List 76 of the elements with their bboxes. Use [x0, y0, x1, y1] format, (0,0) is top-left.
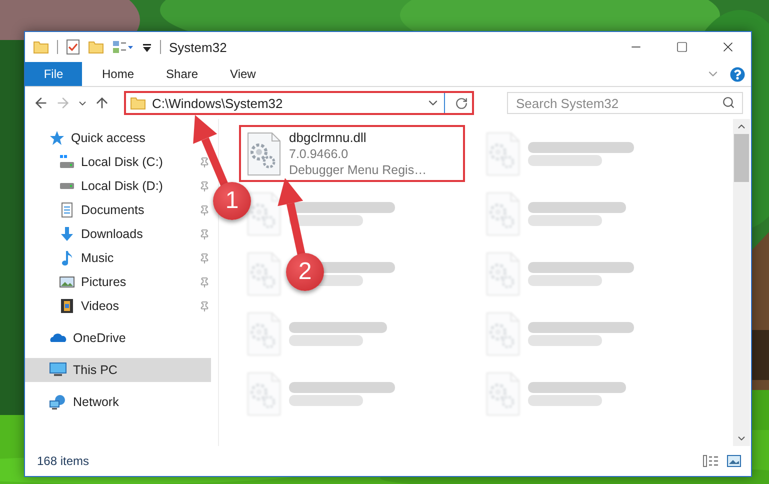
navigation-item[interactable]: This PC [25, 358, 211, 382]
download-icon [59, 226, 75, 242]
navigation-label: Local Disk (C:) [81, 155, 164, 169]
pin-icon[interactable] [199, 156, 210, 168]
film-icon [59, 298, 75, 314]
gear-file-icon [247, 372, 281, 416]
details-view-icon[interactable] [703, 455, 719, 467]
file-detail: 7.0.9466.0 [289, 147, 350, 161]
navigation-label: Videos [81, 299, 120, 313]
scroll-thumb[interactable] [734, 134, 749, 182]
file-tile[interactable]: dbgclrmnu.dll 7.0.9466.0 Debugger Menu Regis… [239, 125, 465, 182]
navigation-item[interactable]: Local Disk (D:) [25, 174, 211, 198]
gear-file-icon [247, 252, 281, 296]
gear-file-icon [486, 132, 520, 176]
navigation-item[interactable]: Videos [25, 294, 211, 318]
file-name: dbgclrmnu.dll [289, 130, 368, 145]
pin-icon[interactable] [199, 180, 210, 192]
navigation-item[interactable]: OneDrive [25, 326, 132, 350]
folder-icon [130, 96, 146, 110]
ribbon-tab[interactable]: View [216, 62, 270, 86]
address-bar[interactable]: C:\Windows\System32 [124, 91, 474, 115]
computer-icon [49, 362, 67, 378]
gear-file-icon [486, 252, 520, 296]
search-field[interactable]: Search System32 [507, 92, 743, 114]
picture-icon [59, 274, 75, 290]
pin-icon[interactable] [199, 252, 210, 264]
address-path: C:\Windows\System32 [152, 96, 284, 110]
refresh-icon[interactable] [455, 96, 468, 110]
navigation-item[interactable]: Local Disk (C:) [25, 150, 211, 174]
layout-icon[interactable] [112, 40, 134, 54]
tiles-view-icon[interactable] [727, 455, 741, 467]
navigation-item[interactable]: Pictures [25, 270, 211, 294]
gear-file-icon [486, 372, 520, 416]
navigation-label: Network [73, 395, 119, 409]
gear-file-icon [486, 192, 520, 236]
ribbon-tab[interactable]: Home [88, 62, 148, 86]
gear-file-icon [247, 132, 281, 176]
back-icon[interactable] [33, 95, 49, 111]
drive-icon [59, 154, 75, 170]
pin-icon[interactable] [199, 300, 210, 312]
help-icon[interactable] [730, 66, 745, 82]
scrollbar[interactable] [733, 119, 750, 446]
dropdown-arrow-icon[interactable] [142, 41, 152, 53]
pin-icon[interactable] [199, 204, 210, 216]
navigation-label: Documents [81, 203, 146, 217]
checklist-icon[interactable] [66, 39, 80, 55]
navigation-label: Downloads [81, 227, 144, 241]
navigation-item[interactable]: Quick access [25, 126, 152, 150]
navigation-label: Quick access [71, 131, 146, 145]
ribbon-tab[interactable]: Share [152, 62, 212, 86]
navigation-label: This PC [73, 363, 118, 377]
navigation-item[interactable]: Music [25, 246, 211, 270]
navigation-label: Pictures [81, 275, 128, 289]
gear-file-icon [247, 192, 281, 236]
music-note-icon [59, 250, 75, 266]
drive-icon [60, 183, 74, 189]
pin-icon[interactable] [199, 276, 210, 288]
file-detail: Debugger Menu Regis… [289, 163, 427, 177]
gear-file-icon [486, 312, 520, 356]
maximize-icon[interactable] [676, 41, 688, 53]
file-menu-button[interactable]: File [25, 62, 82, 86]
network-icon [49, 394, 67, 410]
gear-file-icon [247, 312, 281, 356]
document-icon [59, 202, 75, 218]
star-icon [49, 130, 65, 146]
navigation-label: Music [81, 251, 115, 265]
pin-icon[interactable] [199, 228, 210, 240]
navigation-item[interactable]: Network [25, 390, 125, 414]
navigation-item[interactable]: Downloads [25, 222, 211, 246]
navigation-label: Local Disk (D:) [81, 179, 164, 193]
item-count: 168 items [37, 454, 90, 468]
up-icon[interactable] [94, 95, 110, 111]
navigation-label: OneDrive [73, 331, 126, 345]
search-icon[interactable] [722, 96, 735, 109]
navigation-item[interactable]: Documents [25, 198, 211, 222]
window-title: System32 [169, 40, 227, 54]
